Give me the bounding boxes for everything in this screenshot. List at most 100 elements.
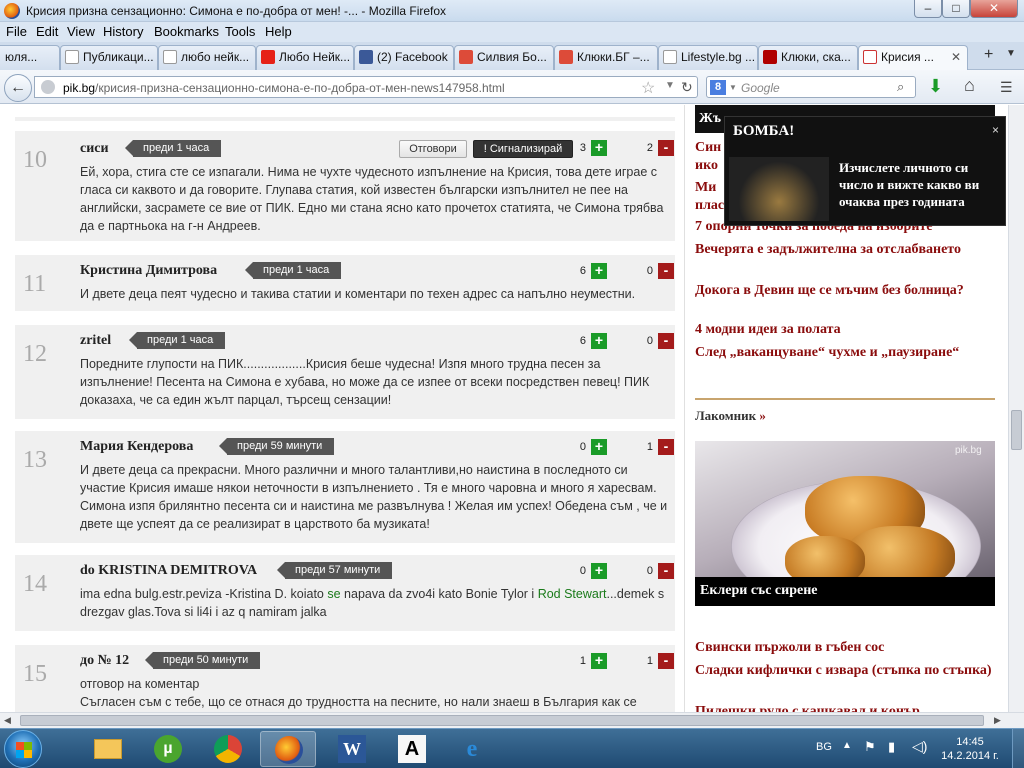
tab-3[interactable]: любо нейк... — [158, 45, 256, 70]
hscroll-thumb[interactable] — [20, 715, 984, 726]
tab-1[interactable]: юля... — [0, 45, 60, 70]
menu-help[interactable]: Help — [265, 24, 292, 39]
reply-button[interactable]: Отговори — [399, 140, 467, 158]
scroll-thumb[interactable] — [1011, 410, 1022, 450]
minimize-button[interactable]: – — [914, 0, 942, 18]
comment-number: 14 — [23, 571, 47, 597]
inline-link-se[interactable]: se — [327, 587, 340, 601]
start-button[interactable] — [4, 730, 42, 768]
scroll-left-icon[interactable]: ◀ — [4, 715, 11, 726]
downvote-button[interactable]: - — [658, 140, 674, 156]
home-icon[interactable]: ⌂ — [964, 75, 975, 96]
pik-icon — [863, 50, 877, 64]
search-bar[interactable]: 8 ▼ Google ⌕ — [706, 76, 916, 98]
download-icon[interactable]: ⬇ — [928, 76, 943, 97]
promo-popup[interactable]: БОМБА! × Изчислете личното си число и ви… — [724, 116, 1006, 226]
downvote-button[interactable]: - — [658, 439, 674, 455]
menu-history[interactable]: History — [103, 24, 143, 39]
tab-active[interactable]: Крисия ... ✕ — [858, 45, 968, 71]
search-engine-icon[interactable]: 8 — [710, 80, 726, 95]
report-button[interactable]: ! Сигнализирай — [473, 140, 573, 158]
back-button[interactable]: ← — [4, 74, 32, 102]
ie-taskbar-button[interactable]: e — [444, 731, 500, 767]
downvote-button[interactable]: - — [658, 653, 674, 669]
sidebar-link[interactable]: Сладки кифлички с извара (стъпка по стъп… — [695, 662, 995, 680]
downvote-button[interactable]: - — [658, 563, 674, 579]
engine-dropdown-icon[interactable]: ▼ — [729, 83, 737, 92]
upvote-button[interactable]: + — [591, 263, 607, 279]
section-title[interactable]: Лакомник » — [695, 408, 766, 424]
firefox-taskbar-button[interactable] — [260, 731, 316, 767]
font-viewer-taskbar-button[interactable]: A — [384, 731, 440, 767]
downvote-button[interactable]: - — [658, 263, 674, 279]
url-text: pik.bg/крисия-призна-сензационно-симона-… — [63, 81, 505, 95]
menu-view[interactable]: View — [67, 24, 95, 39]
top-divider — [15, 117, 675, 121]
utorrent-icon: µ — [154, 735, 182, 763]
clock[interactable]: 14:45 14.2.2014 г. — [940, 735, 1000, 763]
menu-file[interactable]: File — [6, 24, 27, 39]
url-dropdown-icon[interactable]: ▼ — [665, 80, 675, 91]
upvote-button[interactable]: + — [591, 563, 607, 579]
explorer-taskbar-button[interactable] — [80, 731, 136, 767]
featured-image[interactable]: pik.bg Еклери със сирене — [695, 441, 995, 606]
search-placeholder: Google — [741, 81, 780, 95]
firefox-icon — [275, 736, 303, 764]
close-window-button[interactable]: ✕ — [970, 0, 1018, 18]
menu-bookmarks[interactable]: Bookmarks — [154, 24, 219, 39]
sidebar-link[interactable]: Вечерята е задължителна за отслабването — [695, 241, 995, 259]
word-taskbar-button[interactable]: W — [324, 731, 380, 767]
firefox-logo-icon — [4, 3, 20, 19]
comment-number: 10 — [23, 147, 47, 173]
language-indicator[interactable]: BG — [816, 741, 832, 753]
close-tab-icon[interactable]: ✕ — [951, 46, 961, 68]
sidebar-link[interactable]: Свински пържоли в гъбен сос — [695, 639, 995, 657]
tab-6[interactable]: Силвия Бо... — [454, 45, 554, 70]
upvote-button[interactable]: + — [591, 653, 607, 669]
comment-14: 14 do KRISTINA DEMITROVA преди 57 минути… — [15, 555, 675, 631]
tab-2[interactable]: Публикаци... — [60, 45, 158, 70]
google-plus-icon — [559, 50, 573, 64]
menu-edit[interactable]: Edit — [36, 24, 58, 39]
menu-tools[interactable]: Tools — [225, 24, 255, 39]
sidebar-link[interactable]: 4 модни идеи за полата — [695, 321, 995, 339]
tab-5[interactable]: (2) Facebook — [354, 45, 454, 70]
close-icon[interactable]: × — [992, 123, 999, 137]
show-desktop-button[interactable] — [1012, 729, 1024, 768]
tab-7[interactable]: Клюки.БГ –... — [554, 45, 658, 70]
upvote-button[interactable]: + — [591, 140, 607, 156]
url-bar[interactable]: pik.bg/крисия-призна-сензационно-симона-… — [34, 76, 698, 98]
volume-icon[interactable]: ◁) — [912, 738, 927, 755]
new-tab-button[interactable]: + — [984, 46, 993, 64]
sidebar-link[interactable]: След „ваканцуване“ чухме и „паузиране“ — [695, 344, 995, 362]
inline-link-rod-stewart[interactable]: Rod Stewart — [538, 587, 607, 601]
maximize-button[interactable]: □ — [942, 0, 970, 18]
vertical-scrollbar[interactable] — [1008, 105, 1024, 712]
tray-expand-icon[interactable]: ▲ — [842, 740, 852, 751]
downvote-count: 1 — [646, 441, 653, 453]
tab-8[interactable]: Lifestyle.bg ... — [658, 45, 758, 70]
comment-time: преди 1 часа — [128, 332, 226, 349]
network-icon[interactable]: ▮ — [888, 739, 895, 755]
search-icon[interactable]: ⌕ — [897, 79, 904, 95]
bookmark-star-icon[interactable]: ☆ — [641, 78, 655, 98]
sidebar-link[interactable]: Пилешки руло с кашкавал и конър — [695, 703, 995, 712]
sidebar-link[interactable]: Докога в Девин ще се мъчим без болница? — [695, 282, 995, 300]
horizontal-scrollbar[interactable]: ◀ ▶ — [0, 712, 1024, 728]
inline-link-comment[interactable]: коментар — [145, 677, 200, 691]
chrome-taskbar-button[interactable] — [200, 731, 256, 767]
reload-icon[interactable]: ↻ — [681, 79, 693, 96]
menu-icon[interactable]: ☰ — [1000, 79, 1013, 96]
upvote-button[interactable]: + — [591, 333, 607, 349]
site-identity-icon[interactable] — [41, 80, 55, 94]
tab-list-icon[interactable]: ▼ — [1006, 48, 1016, 59]
folder-icon — [94, 739, 122, 759]
upvote-button[interactable]: + — [591, 439, 607, 455]
scroll-right-icon[interactable]: ▶ — [994, 715, 1001, 726]
utorrent-taskbar-button[interactable]: µ — [140, 731, 196, 767]
tab-4[interactable]: Любо Нейк... — [256, 45, 354, 70]
flag-icon[interactable]: ⚑ — [864, 739, 876, 755]
tab-9[interactable]: Клюки, ска... — [758, 45, 858, 70]
downvote-button[interactable]: - — [658, 333, 674, 349]
popup-text: Изчислете личното си число и вижте какво… — [839, 160, 980, 209]
